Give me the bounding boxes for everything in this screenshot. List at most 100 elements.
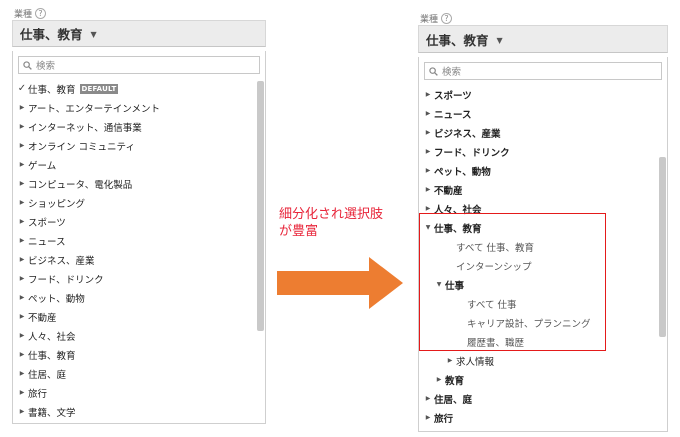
list-item[interactable]: ▶ ペット、動物 xyxy=(419,161,655,180)
list-item-label: 教育 xyxy=(445,375,465,387)
list-item[interactable]: ▶ ビジネス、産業 xyxy=(419,123,655,142)
scrollbar[interactable] xyxy=(659,157,666,337)
expand-arrow-icon: ▶ xyxy=(425,186,431,193)
list-item-label: 人々、社会 xyxy=(434,204,482,216)
expand-arrow-icon: ▶ xyxy=(19,275,25,282)
category-list: 検索 ✓ 仕事、教育 DEFAULT ▶ アート、エンターテインメント ▶ インターネット、… xyxy=(12,51,266,424)
expand-arrow-icon: ▶ xyxy=(425,395,431,402)
list-item-label: 仕事、教育 xyxy=(28,350,76,362)
dropdown-value: 仕事、教育 xyxy=(20,27,83,42)
annotation-line-1: 細分化され選択肢 xyxy=(279,207,384,222)
dropdown-value: 仕事、教育 xyxy=(426,32,489,48)
expand-arrow-icon: ▶ xyxy=(19,218,25,225)
expand-arrow-icon: ▶ xyxy=(19,161,25,168)
list-item-label: 人々、社会 xyxy=(28,331,76,343)
list-item[interactable]: ✓ 仕事、教育 DEFAULT xyxy=(13,79,253,98)
list-item[interactable]: すべて 仕事、教育 xyxy=(419,237,655,256)
list-item-label: フード、ドリンク xyxy=(434,147,510,159)
right-item-list: ▶ スポーツ ▶ ニュース ▶ ビジネス、産業 ▶ フード、ドリンク ▶ ペット、動物 ▶ 不動産 ▶ 人… xyxy=(419,85,655,427)
expand-arrow-icon: ▶ xyxy=(19,237,25,244)
list-item[interactable]: ▶ オンライン コミュニティ xyxy=(13,136,253,155)
list-item[interactable]: ▶ 住居、庭 xyxy=(13,364,253,383)
list-item-label: 仕事、教育 xyxy=(28,84,76,96)
list-item[interactable]: ▶ ニュース xyxy=(419,104,655,123)
list-item[interactable]: ▶ フード、ドリンク xyxy=(419,142,655,161)
search-placeholder: 検索 xyxy=(36,61,56,72)
list-item-label: フード、ドリンク xyxy=(28,274,104,286)
expand-arrow-icon: ▶ xyxy=(19,370,25,377)
list-item[interactable]: ▶ ペット、動物 xyxy=(13,288,253,307)
search-input[interactable]: 検索 xyxy=(424,62,662,80)
list-item-label: 旅行 xyxy=(434,413,454,425)
list-item[interactable]: ▶ 人々、社会 xyxy=(419,199,655,218)
help-icon[interactable]: ? xyxy=(441,12,453,24)
expand-arrow-icon: ▶ xyxy=(19,408,25,415)
chevron-down-icon: ▼ xyxy=(496,35,503,45)
expand-arrow-icon: ▶ xyxy=(425,167,431,174)
list-item[interactable]: ▶ ショッピング xyxy=(13,193,253,212)
list-item[interactable]: ▶ 不動産 xyxy=(419,180,655,199)
list-item-label: ゲーム xyxy=(28,160,57,172)
list-item[interactable]: ▶ フード、ドリンク xyxy=(13,269,253,288)
list-item-label: ニュース xyxy=(434,109,472,121)
collapse-arrow-icon: ▼ xyxy=(436,281,442,288)
expand-arrow-icon: ▶ xyxy=(19,313,25,320)
search-input[interactable]: 検索 xyxy=(18,56,260,74)
list-item-label: 仕事 xyxy=(445,280,465,292)
list-item-label: すべて 仕事 xyxy=(467,299,517,311)
chevron-down-icon: ▼ xyxy=(90,30,97,39)
search-icon xyxy=(429,66,438,76)
scrollbar[interactable] xyxy=(257,81,264,331)
search-placeholder: 検索 xyxy=(442,67,462,78)
list-item-label: ペット、動物 xyxy=(434,166,491,178)
list-item[interactable]: ▶ 書籍、文学 xyxy=(13,402,253,421)
list-item[interactable]: ▶ 住居、庭 xyxy=(419,389,655,408)
list-item-label: ビジネス、産業 xyxy=(28,255,95,267)
category-section-label: 業種 ? xyxy=(418,11,668,25)
list-item[interactable]: ▶ ビジネス、産業 xyxy=(13,250,253,269)
list-item-label: 住居、庭 xyxy=(28,369,67,381)
expand-arrow-icon: ▶ xyxy=(19,294,25,301)
expand-arrow-icon: ▶ xyxy=(425,414,431,421)
list-item[interactable]: ▶ インターネット、通信事業 xyxy=(13,117,253,136)
expand-arrow-icon: ▶ xyxy=(425,129,431,136)
list-item[interactable]: キャリア設計、プランニング xyxy=(419,313,655,332)
list-item[interactable]: 履歴書、職歴 xyxy=(419,332,655,351)
list-item[interactable]: ▶ ゲーム xyxy=(13,155,253,174)
list-item[interactable]: ▶ コンピュータ、電化製品 xyxy=(13,174,253,193)
list-item[interactable]: ▶ アート、エンターテインメント xyxy=(13,98,253,117)
list-item[interactable]: ▶ スポーツ xyxy=(419,85,655,104)
list-item[interactable]: ▶ 旅行 xyxy=(419,408,655,427)
list-item-label: ショッピング xyxy=(28,198,86,210)
expand-arrow-icon: ▶ xyxy=(19,123,25,130)
expand-arrow-icon: ▶ xyxy=(19,256,25,263)
list-item-label: スポーツ xyxy=(434,90,472,102)
category-dropdown[interactable]: 仕事、教育 ▼ xyxy=(12,20,266,47)
list-item-label: 書籍、文学 xyxy=(28,407,76,419)
list-item-label: キャリア設計、プランニング xyxy=(467,318,591,330)
default-badge: DEFAULT xyxy=(79,83,119,94)
search-icon xyxy=(23,60,32,70)
help-icon[interactable]: ? xyxy=(35,7,47,19)
checkmark-icon: ✓ xyxy=(17,83,27,94)
list-item[interactable]: ▶ ニュース xyxy=(13,231,253,250)
list-item[interactable]: ▶ 旅行 xyxy=(13,383,253,402)
list-item[interactable]: すべて 仕事 xyxy=(419,294,655,313)
left-category-panel: 業種 ? 仕事、教育 ▼ 検索 ✓ 仕事、教育 DEFAULT ▶ アート、エンターテイ… xyxy=(12,6,266,424)
list-item[interactable]: ▶ 仕事、教育 xyxy=(13,345,253,364)
list-item[interactable]: ▶ スポーツ xyxy=(13,212,253,231)
list-item-label: アート、エンターテインメント xyxy=(28,103,160,115)
expand-arrow-icon: ▶ xyxy=(19,389,25,396)
list-item[interactable]: ▶ 教育 xyxy=(419,370,655,389)
list-item[interactable]: インターンシップ xyxy=(419,256,655,275)
expand-arrow-icon: ▶ xyxy=(425,91,431,98)
category-dropdown[interactable]: 仕事、教育 ▼ xyxy=(418,25,668,53)
list-item[interactable]: ▼ 仕事 xyxy=(419,275,655,294)
list-item[interactable]: ▶ 不動産 xyxy=(13,307,253,326)
category-list: 検索 ▶ スポーツ ▶ ニュース ▶ ビジネス、産業 ▶ フード、ドリンク ▶ ペット、動物 ▶ 不動… xyxy=(418,57,668,432)
list-item[interactable]: ▼ 仕事、教育 xyxy=(419,218,655,237)
list-item[interactable]: ▶ 求人情報 xyxy=(419,351,655,370)
left-item-list: ✓ 仕事、教育 DEFAULT ▶ アート、エンターテインメント ▶ インターネット、通信事… xyxy=(13,79,253,421)
list-item[interactable]: ▶ 人々、社会 xyxy=(13,326,253,345)
expand-arrow-icon: ▶ xyxy=(436,376,442,383)
